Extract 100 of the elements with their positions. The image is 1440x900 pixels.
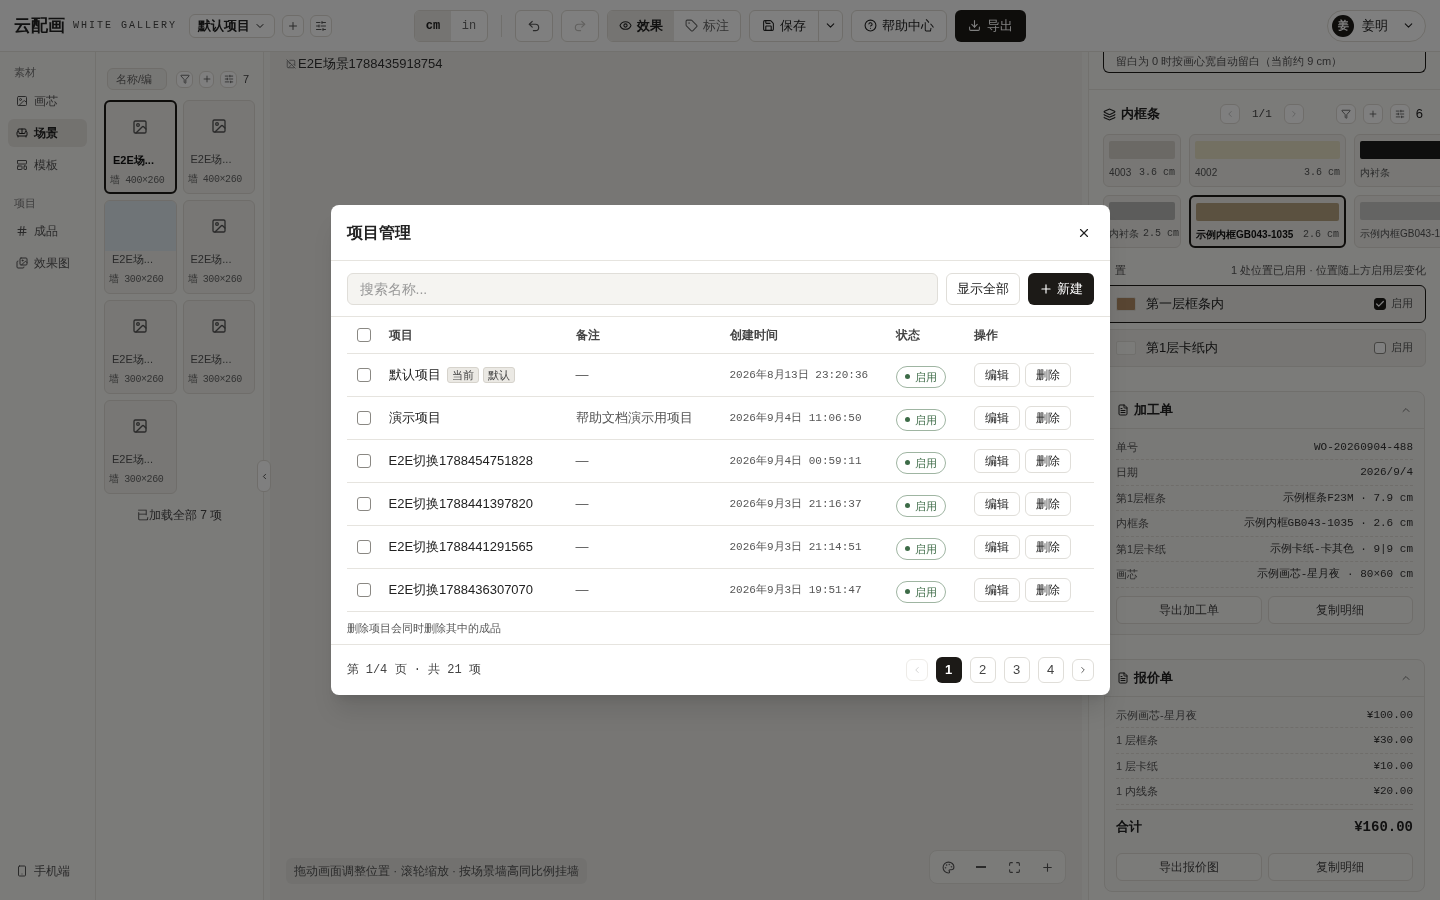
dialog-title: 项目管理 (346, 222, 411, 243)
page-button[interactable]: 1 (935, 657, 962, 683)
page-button[interactable]: 3 (1003, 657, 1030, 683)
project-tag: 当前 (446, 367, 479, 383)
column-header: 操作 (973, 327, 999, 344)
moulding-width: 3.6 cm (1139, 166, 1175, 180)
filter-button[interactable] (1335, 104, 1356, 124)
scene-card[interactable]: E2E场... 墙 400×260 (104, 100, 177, 194)
collapse-handle[interactable] (257, 460, 271, 492)
filter-button[interactable] (176, 70, 193, 88)
row-value: ¥100.00 (1366, 707, 1413, 723)
moulding-card[interactable]: 示例内框GB043-1035 2.6 cm (1189, 195, 1346, 248)
row-action-button[interactable]: 编辑 (973, 406, 1020, 430)
row-action-button[interactable]: 编辑 (973, 578, 1020, 602)
export-button[interactable]: 导出 (955, 9, 1026, 42)
project-select[interactable]: 默认项目 (189, 13, 275, 38)
card-action-button[interactable]: 复制明细 (1267, 852, 1413, 881)
template-icon (16, 158, 28, 171)
new-project-button[interactable]: 新建 (1027, 272, 1094, 305)
card-action-button[interactable]: 导出加工单 (1116, 595, 1262, 624)
project-tag: 默认 (482, 367, 515, 383)
scene-card[interactable]: E2E场... 墙 300×260 (182, 300, 255, 394)
item-count: 7 (243, 71, 250, 87)
row-value: 示例框条F23M · 7.9 cm (1283, 490, 1413, 506)
row-checkbox[interactable] (356, 411, 371, 425)
row-label: 1 内线条 (1116, 784, 1159, 799)
image-icon (210, 318, 227, 334)
scene-card[interactable]: E2E场... 墙 300×260 (182, 200, 255, 294)
row-action-button[interactable]: 编辑 (973, 535, 1020, 559)
row-action-button[interactable]: 删除 (1024, 535, 1071, 559)
scene-name: E2E场... (189, 152, 233, 167)
row-action-button[interactable]: 编辑 (973, 363, 1020, 387)
unit-toggle[interactable]: in (451, 10, 487, 41)
created-time: 2026年9月3日 19:51:47 (729, 582, 863, 598)
row-action-button[interactable]: 删除 (1024, 449, 1071, 473)
moulding-width: 2.5 cm (1143, 227, 1179, 241)
row-value: WO-20260904-488 (1313, 439, 1413, 455)
next-page-button[interactable] (1071, 659, 1094, 681)
moulding-name: 4003 (1109, 166, 1132, 180)
add-button[interactable] (1362, 104, 1383, 124)
add-button[interactable] (199, 70, 214, 88)
scene-card[interactable]: E2E场... 墙 300×260 (104, 200, 177, 294)
view-tab[interactable]: 效果 (608, 10, 674, 41)
scene-name: E2E场... (111, 352, 154, 367)
moulding-card[interactable]: 示例内框GB043-1 (1354, 195, 1440, 248)
select-all-checkbox[interactable] (356, 328, 371, 342)
row-action-button[interactable]: 删除 (1024, 492, 1071, 516)
page-button[interactable]: 2 (969, 657, 996, 683)
nav-item[interactable]: 场景 (8, 118, 87, 147)
row-label: 示例画芯-星月夜 (1116, 707, 1197, 723)
moulding-card[interactable]: 内衬条 2.5 cm (1103, 195, 1181, 248)
scene-card[interactable]: E2E场... 墙 400×260 (182, 100, 255, 194)
library-search-field[interactable]: 名称/编 (107, 68, 167, 90)
help-button[interactable]: 帮助中心 (851, 9, 947, 42)
row-checkbox[interactable] (356, 583, 371, 597)
row-action-button[interactable]: 编辑 (973, 492, 1020, 516)
sliders-icon (223, 74, 234, 84)
settings-button[interactable] (1389, 104, 1410, 124)
row-checkbox[interactable] (356, 540, 371, 554)
row-checkbox[interactable] (356, 368, 371, 382)
row-checkbox[interactable] (356, 454, 371, 468)
project-settings-button[interactable] (310, 14, 332, 37)
page-button[interactable]: 4 (1037, 657, 1064, 683)
row-action-button[interactable]: 删除 (1024, 406, 1071, 430)
unit-toggle[interactable]: cm (415, 10, 451, 41)
scene-card[interactable]: E2E场... 墙 300×260 (104, 300, 177, 394)
row-action-button[interactable]: 删除 (1024, 363, 1071, 387)
row-action-button[interactable]: 删除 (1024, 578, 1071, 602)
user-avatar: 姜 (1332, 14, 1354, 37)
undo-button[interactable] (515, 9, 553, 42)
moulding-card[interactable]: 内衬条 (1354, 134, 1440, 187)
image-icon (132, 119, 149, 135)
nav-item[interactable]: 效果图 (8, 249, 87, 277)
nav-item[interactable]: 模板 (8, 150, 87, 179)
mobile-link[interactable]: 手机端 (8, 862, 87, 880)
enable-checkbox[interactable] (1374, 297, 1386, 310)
scene-card[interactable]: E2E场... 墙 300×260 (104, 400, 177, 494)
row-action-button[interactable]: 编辑 (973, 449, 1020, 473)
nav-item[interactable]: 画芯 (8, 86, 87, 115)
row-value: 2026/9/4 (1360, 465, 1413, 480)
save-icon (762, 19, 775, 32)
nav-item[interactable]: 成品 (8, 217, 87, 245)
moulding-card[interactable]: 4002 3.6 cm (1189, 134, 1346, 187)
filter-icon (179, 74, 190, 84)
project-note: — (575, 366, 590, 385)
user-menu[interactable]: 姜 姜明 (1327, 9, 1426, 42)
row-value: ¥10.00 (1373, 758, 1413, 774)
card-action-button[interactable]: 导出报价图 (1116, 852, 1262, 881)
enable-checkbox[interactable] (1374, 341, 1386, 354)
show-all-button[interactable]: 显示全部 (945, 272, 1020, 305)
moulding-swatch (1109, 202, 1175, 220)
moulding-card[interactable]: 4003 3.6 cm (1103, 134, 1181, 187)
add-project-button[interactable] (282, 14, 304, 37)
search-field[interactable]: 搜索名称... (346, 272, 938, 305)
settings-button[interactable] (220, 70, 237, 88)
hash-icon (16, 225, 28, 237)
view-tab[interactable]: 标注 (674, 10, 740, 41)
card-action-button[interactable]: 复制明细 (1267, 595, 1413, 624)
row-checkbox[interactable] (356, 497, 371, 511)
broken-image-icon (286, 58, 296, 69)
